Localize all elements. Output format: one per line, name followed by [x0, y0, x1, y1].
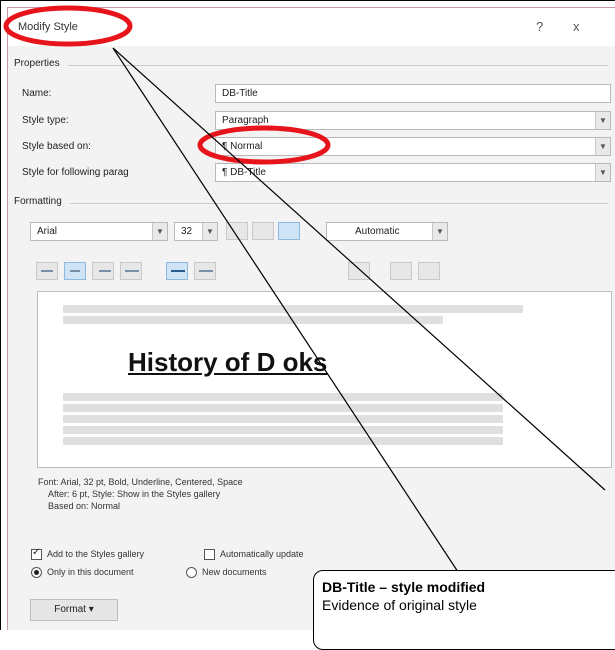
single-spacing-button[interactable] — [166, 262, 188, 280]
only-this-document-radio[interactable] — [31, 567, 42, 578]
name-label: Name: — [22, 88, 52, 99]
new-documents-label: New documents — [202, 567, 267, 577]
following-style-label: Style for following parag — [22, 167, 129, 178]
chevron-down-icon[interactable]: ▼ — [595, 138, 610, 155]
annotation-callout: DB-Title – style modified Evidence of or… — [313, 570, 615, 650]
name-field[interactable]: DB-Title — [215, 84, 611, 103]
auto-update-label: Automatically update — [220, 549, 304, 559]
properties-section-label: Properties — [14, 58, 60, 69]
preview-sample-text: History of D oks — [128, 347, 328, 377]
format-button[interactable]: Format ▾ — [30, 599, 118, 621]
style-type-value: Paragraph — [222, 115, 269, 126]
previous-paragraph-placeholder — [63, 302, 533, 327]
style-type-select[interactable]: Paragraph ▼ — [215, 111, 611, 130]
space-before-button[interactable] — [348, 262, 370, 280]
style-description: Font: Arial, 32 pt, Bold, Underline, Cen… — [38, 476, 608, 512]
underline-button[interactable] — [278, 222, 300, 240]
style-type-label: Style type: — [22, 115, 69, 126]
following-style-select[interactable]: ¶ DB-Title ▼ — [215, 163, 611, 182]
bold-button[interactable] — [226, 222, 248, 240]
align-right-button[interactable] — [92, 262, 114, 280]
help-button[interactable]: ? — [536, 19, 543, 34]
description-line-2: After: 6 pt, Style: Show in the Styles g… — [48, 489, 221, 499]
properties-divider — [68, 65, 608, 66]
modify-style-dialog: Modify Style ? x Properties Name: DB-Tit… — [7, 7, 615, 630]
size-select[interactable]: 32 ▼ — [174, 222, 218, 241]
chevron-down-icon[interactable]: ▼ — [202, 223, 217, 240]
line-spacing-button[interactable] — [194, 262, 216, 280]
callout-title: DB-Title – style modified — [322, 579, 486, 595]
based-on-select[interactable]: ¶ Normal ▼ — [215, 137, 611, 156]
chevron-down-icon[interactable]: ▼ — [152, 223, 167, 240]
description-line-1: Font: Arial, 32 pt, Bold, Underline, Cen… — [38, 477, 243, 487]
new-documents-radio[interactable] — [186, 567, 197, 578]
font-select[interactable]: Arial ▼ — [30, 222, 168, 241]
chevron-down-icon[interactable]: ▼ — [595, 164, 610, 181]
name-value: DB-Title — [222, 88, 258, 99]
add-to-gallery-label: Add to the Styles gallery — [47, 549, 145, 559]
auto-update-checkbox[interactable] — [204, 549, 215, 560]
title-bar: Modify Style ? x — [8, 8, 615, 46]
description-line-3: Based on: Normal — [48, 501, 121, 511]
align-left-button[interactable] — [36, 262, 58, 280]
formatting-divider — [70, 203, 608, 204]
add-to-gallery-checkbox[interactable] — [31, 547, 42, 560]
callout-subtitle: Evidence of original style — [322, 597, 477, 613]
italic-button[interactable] — [252, 222, 274, 240]
dialog-title: Modify Style — [18, 21, 78, 33]
chevron-down-icon[interactable]: ▼ — [432, 223, 447, 240]
size-value: 32 — [181, 226, 193, 237]
increase-indent-button[interactable] — [418, 262, 440, 280]
following-paragraph-placeholder — [63, 390, 533, 448]
following-style-value: ¶ DB-Title — [222, 167, 266, 178]
justify-button[interactable] — [120, 262, 142, 280]
align-center-button[interactable] — [64, 262, 86, 280]
decrease-indent-button[interactable] — [390, 262, 412, 280]
only-this-document-label: Only in this document — [47, 567, 134, 577]
style-preview-pane: History of D oks — [37, 291, 612, 468]
chevron-down-icon[interactable]: ▼ — [595, 112, 610, 129]
screenshot-frame: Modify Style ? x Properties Name: DB-Tit… — [0, 0, 615, 630]
formatting-section-label: Formatting — [14, 196, 62, 207]
based-on-value: ¶ Normal — [222, 141, 263, 152]
close-button[interactable]: x — [573, 19, 580, 34]
font-color-select[interactable]: Automatic ▼ — [326, 222, 448, 241]
font-value: Arial — [37, 226, 58, 237]
font-color-value: Automatic — [355, 226, 400, 237]
based-on-label: Style based on: — [22, 141, 91, 152]
